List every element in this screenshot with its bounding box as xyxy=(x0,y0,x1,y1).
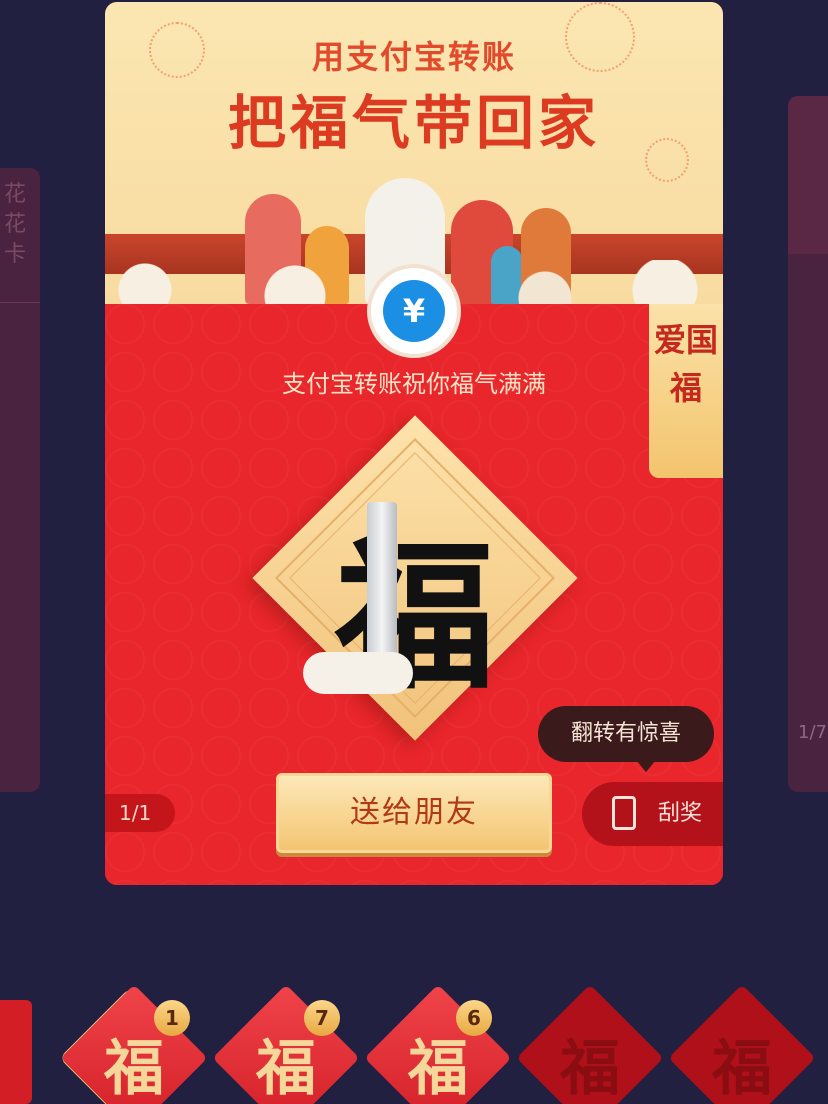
scratch-label: 刮奖 xyxy=(658,801,703,826)
transfer-banner: 用支付宝转账 把福气带回家 xyxy=(105,2,723,304)
yuan-symbol: ¥ xyxy=(383,280,445,342)
fu-type-ribbon: 爱国福 xyxy=(649,304,723,478)
prev-card-divider xyxy=(0,302,40,303)
banner-subtitle: 用支付宝转账 xyxy=(311,38,516,76)
cloud-puff-icon xyxy=(303,652,413,694)
card-tagline: 支付宝转账祝你福气满满 xyxy=(282,370,546,398)
card-pager: 1/1 xyxy=(105,794,175,832)
fu-count-badge: 1 xyxy=(154,1000,190,1036)
next-card-pager: 1/7 xyxy=(798,722,827,743)
prev-card-label: 花花卡 xyxy=(4,182,27,267)
flip-tooltip: 翻转有惊喜 xyxy=(538,706,714,772)
prev-card[interactable]: 花花卡 xyxy=(0,168,40,792)
transfer-yuan-icon: ¥ xyxy=(367,264,461,358)
main-fu-card[interactable]: 用支付宝转账 把福气带回家 ¥ 支付宝转账祝你福气满满 爱国福 福 1/1 送给… xyxy=(105,2,723,885)
scratch-prize-button[interactable]: 刮奖 xyxy=(582,782,723,846)
fu-count-badge: 7 xyxy=(304,1000,340,1036)
fu-selector: 福 1 福 7 福 6 福 福 xyxy=(0,984,828,1104)
fu-count-badge: 6 xyxy=(456,1000,492,1036)
phone-icon xyxy=(612,796,636,830)
fu-tile-label: 福 xyxy=(560,1034,620,1104)
next-card[interactable]: 1/7 xyxy=(788,96,828,792)
banner-title: 把福气带回家 xyxy=(227,89,600,157)
fu-card-screen: 花花卡 1/7 用支付宝转账 把福气带回家 ¥ 支付宝转账祝你福气满满 爱国福 … xyxy=(0,0,828,1104)
send-to-friend-button[interactable]: 送给朋友 xyxy=(276,773,552,853)
next-card-art xyxy=(788,96,828,254)
fu-tile-label: 福 xyxy=(712,1034,772,1104)
